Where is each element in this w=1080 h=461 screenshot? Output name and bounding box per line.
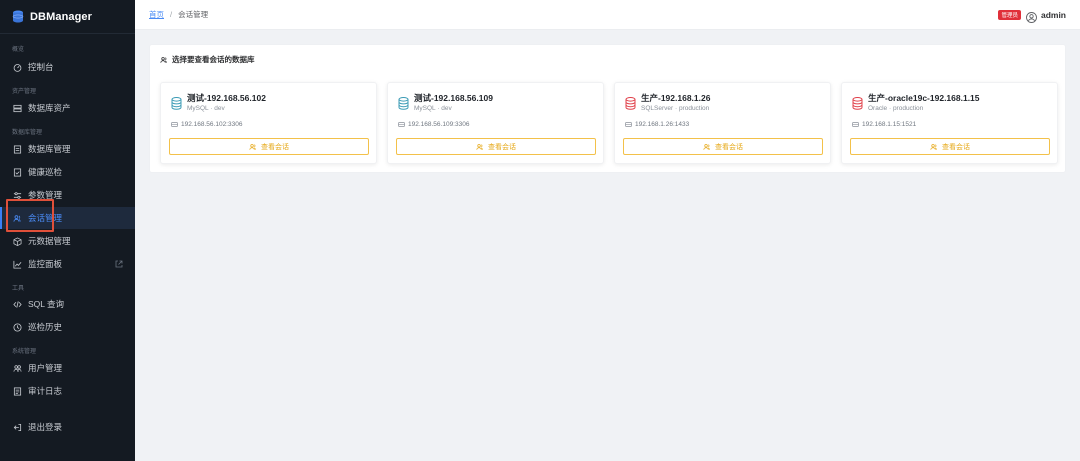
sidebar-item-metadata[interactable]: 元数据管理 (0, 230, 135, 252)
database-icon (171, 97, 182, 110)
user-group-icon (12, 363, 22, 373)
active-indicator (0, 207, 2, 229)
database-type-env: Oracle · production (868, 105, 924, 112)
breadcrumb-current: 会话管理 (178, 10, 209, 19)
database-icon (625, 97, 636, 110)
user-area: 管理员 admin (998, 0, 1066, 30)
database-icon (398, 97, 409, 110)
users-icon (703, 143, 710, 150)
panel-title-text: 选择要查看会话的数据库 (172, 55, 255, 64)
database-selection-panel: 选择要查看会话的数据库 测试-192.168.56.102 MySQL · de… (149, 44, 1066, 173)
database-card[interactable]: 测试-192.168.56.102 MySQL · dev 192.168.56… (160, 82, 377, 164)
sidebar-item-label: 健康巡检 (28, 167, 63, 177)
view-sessions-button[interactable]: 查看会话 (623, 138, 823, 155)
database-card[interactable]: 生产-oracle19c-192.168.1.15 Oracle · produ… (841, 82, 1058, 164)
section-label-db-management: 数据库管理 (12, 130, 43, 136)
cube-icon (12, 236, 22, 246)
host-icon (852, 122, 859, 127)
sidebar-item-dashboard[interactable]: 控制台 (0, 56, 135, 78)
host-icon (171, 122, 178, 127)
database-type-env: MySQL · dev (187, 105, 225, 112)
sidebar-item-users[interactable]: 用户管理 (0, 357, 135, 379)
logout-button[interactable]: 退出登录 (0, 416, 135, 438)
sidebar-item-label: 元数据管理 (28, 236, 71, 246)
app-name: DBManager (30, 10, 93, 23)
database-name: 测试-192.168.56.109 (414, 93, 493, 103)
sidebar-item-label: 数据库资产 (28, 103, 71, 113)
users-icon (476, 143, 483, 150)
sidebar-item-label: 会话管理 (28, 213, 63, 223)
audit-log-icon (12, 386, 22, 396)
breadcrumb: 首页 / 会话管理 (135, 9, 208, 20)
sidebar-item-health-check[interactable]: 健康巡检 (0, 161, 135, 183)
sidebar-item-sessions[interactable]: 会话管理 (0, 207, 135, 229)
logout-label: 退出登录 (28, 422, 63, 432)
database-host: 192.168.1.15:1521 (852, 121, 916, 128)
sidebar-item-label: 参数管理 (28, 190, 63, 200)
database-host: 192.168.56.102:3306 (171, 121, 242, 128)
sidebar-item-label: 巡检历史 (28, 322, 63, 332)
database-icon (852, 97, 863, 110)
section-label-tools: 工具 (12, 286, 25, 292)
breadcrumb-home-link[interactable]: 首页 (149, 9, 164, 20)
sidebar-item-audit-log[interactable]: 审计日志 (0, 380, 135, 402)
host-icon (398, 122, 405, 127)
view-sessions-button[interactable]: 查看会话 (169, 138, 369, 155)
sidebar-item-label: 审计日志 (28, 386, 63, 396)
sidebar-item-monitoring[interactable]: 监控面板 (0, 253, 135, 275)
code-icon (12, 299, 22, 309)
sidebar-item-label: 控制台 (28, 62, 54, 72)
sidebar-item-label: 监控面板 (28, 259, 63, 269)
sidebar-item-label: 数据库管理 (28, 144, 71, 154)
username[interactable]: admin (1041, 10, 1066, 20)
logout-icon (12, 422, 22, 432)
sidebar-item-db-assets[interactable]: 数据库资产 (0, 97, 135, 119)
host-icon (625, 122, 632, 127)
breadcrumb-separator: / (170, 10, 173, 19)
database-name: 测试-192.168.56.102 (187, 93, 266, 103)
top-header: 首页 / 会话管理 管理员 admin (135, 0, 1080, 30)
users-icon (249, 143, 256, 150)
view-sessions-button[interactable]: 查看会话 (396, 138, 596, 155)
database-card[interactable]: 生产-192.168.1.26 SQLServer · production 1… (614, 82, 831, 164)
external-link-icon (115, 260, 123, 268)
users-icon (12, 213, 22, 223)
sidebar-item-label: SQL 查询 (28, 299, 65, 309)
server-icon (12, 103, 22, 113)
database-doc-icon (12, 144, 22, 154)
database-logo-icon (12, 10, 24, 23)
database-type-env: MySQL · dev (414, 105, 452, 112)
sidebar-item-parameters[interactable]: 参数管理 (0, 184, 135, 206)
role-badge: 管理员 (998, 10, 1021, 20)
section-label-assets: 资产管理 (12, 89, 37, 95)
sidebar-item-sql-query[interactable]: SQL 查询 (0, 293, 135, 315)
database-type-env: SQLServer · production (641, 105, 710, 112)
check-doc-icon (12, 167, 22, 177)
database-host: 192.168.1.26:1433 (625, 121, 689, 128)
sidebar-item-label: 用户管理 (28, 363, 63, 373)
sidebar-item-inspection-history[interactable]: 巡检历史 (0, 316, 135, 338)
panel-title: 选择要查看会话的数据库 (160, 54, 255, 65)
line-chart-icon (12, 259, 22, 269)
avatar-icon[interactable] (1026, 10, 1037, 23)
database-name: 生产-192.168.1.26 (641, 93, 711, 103)
section-label-system: 系统管理 (12, 349, 37, 355)
users-icon (160, 56, 167, 63)
settings-sliders-icon (12, 190, 22, 200)
sidebar-item-db-management[interactable]: 数据库管理 (0, 138, 135, 160)
section-label-overview: 概览 (12, 47, 25, 53)
view-sessions-button[interactable]: 查看会话 (850, 138, 1050, 155)
brand[interactable]: DBManager (0, 0, 135, 34)
sidebar: DBManager 概览 控制台 资产管理 数据库资产 数据库管理 数据库管理 … (0, 0, 135, 461)
database-host: 192.168.56.109:3306 (398, 121, 469, 128)
database-name: 生产-oracle19c-192.168.1.15 (868, 93, 980, 103)
database-card[interactable]: 测试-192.168.56.109 MySQL · dev 192.168.56… (387, 82, 604, 164)
clock-icon (12, 322, 22, 332)
dashboard-icon (12, 62, 22, 72)
users-icon (930, 143, 937, 150)
